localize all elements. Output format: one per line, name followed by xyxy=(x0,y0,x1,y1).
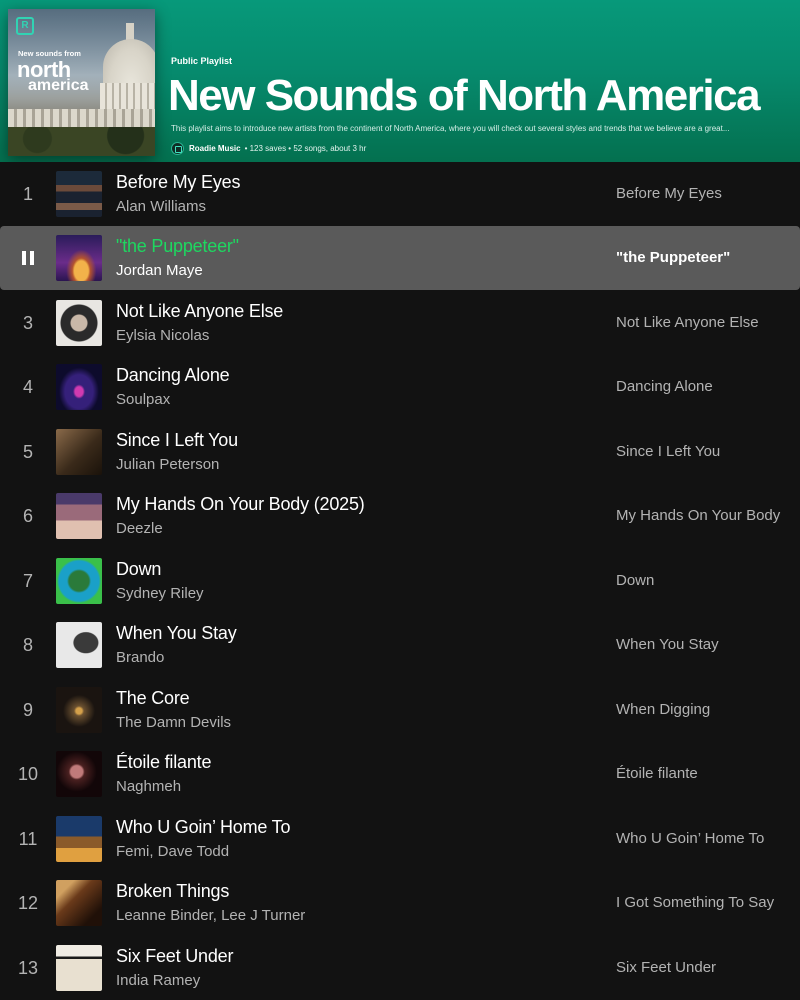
track-album-art[interactable] xyxy=(56,493,102,539)
track-album[interactable]: Who U Goin’ Home To xyxy=(616,830,764,847)
track-album-art[interactable] xyxy=(56,300,102,346)
track-artist[interactable]: India Ramey xyxy=(116,972,200,989)
track-row[interactable]: 6 My Hands On Your Body (2025) Deezle My Ha… xyxy=(0,484,800,548)
track-number: 9 xyxy=(22,700,33,720)
track-number: 3 xyxy=(22,313,33,333)
track-row[interactable]: 3 Not Like Anyone Else Eylsia Nicolas Not L… xyxy=(0,291,800,355)
track-title[interactable]: "the Puppeteer" xyxy=(116,236,239,257)
playlist-stats: • 123 saves • 52 songs, about 3 hr xyxy=(244,143,367,153)
track-album[interactable]: Six Feet Under xyxy=(616,959,716,976)
track-number: 8 xyxy=(22,635,33,655)
track-title[interactable]: Since I Left You xyxy=(116,430,238,451)
track-number: 7 xyxy=(22,571,33,591)
cover-capitol-dome xyxy=(103,39,155,87)
track-title[interactable]: Broken Things xyxy=(116,881,229,902)
track-row[interactable]: 7 Down Sydney Riley Down xyxy=(0,549,800,613)
track-number: 11 xyxy=(18,829,38,849)
playlist-description: This playlist aims to introduce new arti… xyxy=(171,124,730,133)
track-row[interactable]: "the Puppeteer" Jordan Maye "the Puppeteer… xyxy=(0,226,800,290)
track-row[interactable]: 4 Dancing Alone Soulpax Dancing Alone xyxy=(0,355,800,419)
roadie-logo-icon: R xyxy=(16,17,34,35)
track-album[interactable]: Since I Left You xyxy=(616,443,720,460)
cover-trees xyxy=(8,127,155,156)
track-title[interactable]: Who U Goin’ Home To xyxy=(116,817,290,838)
track-album[interactable]: Down xyxy=(616,572,654,589)
track-row[interactable]: 10 Étoile filante Naghmeh Étoile filante xyxy=(0,742,800,806)
playlist-header: R New sounds from north america Public P… xyxy=(0,0,800,162)
track-album[interactable]: Before My Eyes xyxy=(616,185,722,202)
track-album[interactable]: I Got Something To Say xyxy=(616,894,774,911)
pause-icon[interactable] xyxy=(22,251,34,265)
track-artist[interactable]: Jordan Maye xyxy=(116,262,203,279)
track-album[interactable]: Étoile filante xyxy=(616,765,698,782)
track-album-art[interactable] xyxy=(56,687,102,733)
track-album-art[interactable] xyxy=(56,558,102,604)
track-number: 1 xyxy=(22,184,33,204)
track-title[interactable]: Étoile filante xyxy=(116,752,211,773)
playlist-type-label: Public Playlist xyxy=(171,56,233,66)
track-album[interactable]: Dancing Alone xyxy=(616,378,713,395)
track-title[interactable]: Before My Eyes xyxy=(116,172,240,193)
track-artist[interactable]: Alan Williams xyxy=(116,198,206,215)
playlist-meta: Roadie Music • 123 saves • 52 songs, abo… xyxy=(171,141,366,155)
track-album[interactable]: When You Stay xyxy=(616,636,719,653)
track-album-art[interactable] xyxy=(56,945,102,991)
track-artist[interactable]: Eylsia Nicolas xyxy=(116,327,209,344)
cover-capitol-drum xyxy=(100,83,155,109)
track-number: 13 xyxy=(17,958,39,978)
playlist-title: New Sounds of North America xyxy=(168,71,761,120)
track-artist[interactable]: Sydney Riley xyxy=(116,585,204,602)
track-row[interactable]: 5 Since I Left You Julian Peterson Since I … xyxy=(0,420,800,484)
playlist-cover[interactable]: R New sounds from north america xyxy=(8,9,155,156)
track-album-art[interactable] xyxy=(56,880,102,926)
track-title[interactable]: The Core xyxy=(116,688,190,709)
track-album-art[interactable] xyxy=(56,751,102,797)
track-number: 5 xyxy=(22,442,33,462)
track-artist[interactable]: Naghmeh xyxy=(116,778,181,795)
track-album-art[interactable] xyxy=(56,816,102,862)
track-row[interactable]: 11 Who U Goin’ Home To Femi, Dave Todd Who … xyxy=(0,807,800,871)
track-artist[interactable]: Leanne Binder, Lee J Turner xyxy=(116,907,305,924)
pause-bar xyxy=(22,251,26,265)
track-row[interactable]: 13 Six Feet Under India Ramey Six Feet Unde… xyxy=(0,936,800,1000)
track-album[interactable]: My Hands On Your Body xyxy=(616,507,780,524)
track-title[interactable]: Dancing Alone xyxy=(116,365,230,386)
owner-avatar[interactable] xyxy=(171,141,184,155)
track-album[interactable]: Not Like Anyone Else xyxy=(616,314,759,331)
playlist-owner-link[interactable]: Roadie Music xyxy=(189,144,241,153)
pause-bar xyxy=(30,251,34,265)
track-title[interactable]: My Hands On Your Body (2025) xyxy=(116,494,365,515)
track-row[interactable]: 9 The Core The Damn Devils When Digging xyxy=(0,678,800,742)
track-album[interactable]: When Digging xyxy=(616,701,710,718)
track-number: 10 xyxy=(17,764,39,784)
track-album-art[interactable] xyxy=(56,171,102,217)
track-row[interactable]: 8 When You Stay Brando When You Stay xyxy=(0,613,800,677)
track-album-art[interactable] xyxy=(56,429,102,475)
cover-big-line2: america xyxy=(28,77,89,94)
track-number: 6 xyxy=(22,506,33,526)
track-artist[interactable]: The Damn Devils xyxy=(116,714,231,731)
track-album-art[interactable] xyxy=(56,235,102,281)
track-row[interactable]: 12 Broken Things Leanne Binder, Lee J Turn… xyxy=(0,871,800,935)
track-album-art[interactable] xyxy=(56,622,102,668)
track-artist[interactable]: Brando xyxy=(116,649,164,666)
track-title[interactable]: Down xyxy=(116,559,161,580)
track-title[interactable]: Not Like Anyone Else xyxy=(116,301,283,322)
track-artist[interactable]: Julian Peterson xyxy=(116,456,219,473)
track-artist[interactable]: Femi, Dave Todd xyxy=(116,843,229,860)
track-artist[interactable]: Deezle xyxy=(116,520,163,537)
track-title[interactable]: When You Stay xyxy=(116,623,237,644)
track-title[interactable]: Six Feet Under xyxy=(116,946,233,967)
track-album-art[interactable] xyxy=(56,364,102,410)
track-artist[interactable]: Soulpax xyxy=(116,391,170,408)
track-album[interactable]: "the Puppeteer" xyxy=(616,249,730,266)
track-row[interactable]: 1 Before My Eyes Alan Williams Before My Ey… xyxy=(0,162,800,226)
track-number: 4 xyxy=(22,377,33,397)
track-number: 12 xyxy=(17,893,39,913)
